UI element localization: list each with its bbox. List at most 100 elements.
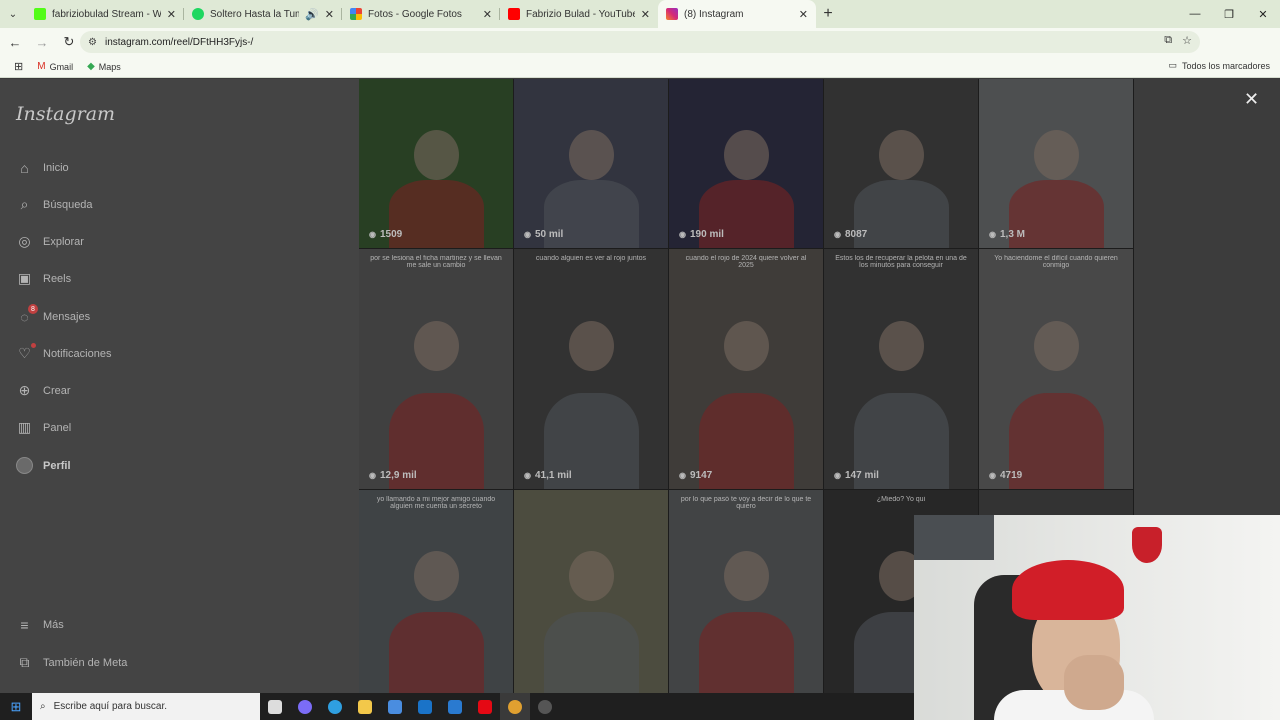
nav-label: Crear bbox=[43, 384, 71, 397]
reel-caption: cuando alguien es ver al rojo juntos bbox=[535, 255, 647, 262]
back-icon[interactable]: ← bbox=[3, 30, 27, 54]
view-count: ◉ 50 mil bbox=[524, 229, 563, 240]
view-count: ◉ 9147 bbox=[679, 470, 712, 481]
nav-panel[interactable]: ▥ Panel bbox=[16, 419, 71, 436]
heart-icon: ♡ bbox=[16, 343, 36, 362]
audio-icon[interactable]: 🔊 bbox=[305, 8, 319, 21]
browser-tab-active[interactable]: (8) Instagram ✕ bbox=[658, 0, 816, 28]
reel-thumbnail[interactable]: Estos los de recuperar la pelota en una … bbox=[824, 249, 978, 489]
tab-title: Fabrizio Bulad - YouTube bbox=[526, 8, 635, 20]
messages-badge: 8 bbox=[28, 304, 38, 314]
address-bar-row: ← → ↻ ⚙ instagram.com/reel/DFtHH3Fyjs-/ … bbox=[0, 28, 1280, 77]
nav-explorar[interactable]: ◎ Explorar bbox=[16, 233, 84, 250]
netflix-icon[interactable] bbox=[470, 693, 500, 720]
chrome-icon[interactable] bbox=[500, 693, 530, 720]
nav-label: Reels bbox=[43, 272, 72, 285]
close-tab-icon[interactable]: ✕ bbox=[641, 8, 650, 21]
all-bookmarks[interactable]: ▭ Todos los marcadores bbox=[1168, 60, 1270, 71]
bookmark-maps[interactable]: ◆ Maps bbox=[87, 61, 121, 72]
tab-search-icon[interactable]: ⌄ bbox=[0, 0, 26, 28]
nav-inicio[interactable]: ⌂ Inicio bbox=[16, 159, 68, 176]
reel-thumbnail[interactable]: ◉ 190 mil bbox=[669, 79, 823, 248]
reel-thumbnail[interactable]: yo llamando a mi mejor amigo cuando algu… bbox=[359, 490, 513, 693]
obs-icon[interactable] bbox=[530, 693, 560, 720]
reel-caption: Yo haciendome el difícil cuando quieren … bbox=[994, 255, 1118, 269]
figure-shape bbox=[699, 393, 794, 489]
forward-icon[interactable]: → bbox=[30, 30, 54, 54]
nav-mensajes[interactable]: ◌ 8 Mensajes bbox=[16, 304, 90, 325]
nav-reels[interactable]: ▣ Reels bbox=[16, 270, 71, 287]
omnibox-actions: ⧉ ☆ bbox=[1164, 34, 1192, 47]
browser-tab[interactable]: Fotos - Google Fotos ✕ bbox=[342, 0, 500, 28]
view-count: ◉ 41,1 mil bbox=[524, 470, 572, 481]
install-app-icon[interactable]: ⧉ bbox=[1164, 34, 1172, 47]
new-tab-button[interactable]: + bbox=[816, 0, 840, 28]
browser-tab[interactable]: Fabrizio Bulad - YouTube ✕ bbox=[500, 0, 658, 28]
reel-thumbnail[interactable]: ◉ 50 mil bbox=[514, 79, 668, 248]
url-field[interactable]: ⚙ instagram.com/reel/DFtHH3Fyjs-/ ⧉ ☆ bbox=[80, 31, 1200, 53]
bookmark-star-icon[interactable]: ☆ bbox=[1182, 34, 1192, 47]
close-tab-icon[interactable]: ✕ bbox=[799, 8, 808, 21]
nav-label: Perfil bbox=[43, 459, 71, 472]
file-explorer-icon[interactable] bbox=[350, 693, 380, 720]
notification-dot bbox=[31, 343, 36, 348]
figure-head bbox=[569, 321, 614, 371]
close-tab-icon[interactable]: ✕ bbox=[483, 8, 492, 21]
outlook-icon[interactable] bbox=[410, 693, 440, 720]
figure-head bbox=[1034, 130, 1079, 180]
reload-icon[interactable]: ↻ bbox=[57, 30, 81, 54]
copilot-icon[interactable] bbox=[290, 693, 320, 720]
browser-tab[interactable]: Soltero Hasta la Tumba • El 🔊 ✕ bbox=[184, 0, 342, 28]
windows-taskbar: ⊞ ⌕ Escribe aquí para buscar. bbox=[0, 693, 914, 720]
gmail-icon: M bbox=[37, 61, 46, 72]
close-tab-icon[interactable]: ✕ bbox=[167, 8, 176, 21]
view-count: ◉ 190 mil bbox=[679, 229, 724, 240]
reel-thumbnail[interactable]: Yo haciendome el difícil cuando quieren … bbox=[979, 249, 1133, 489]
nav-perfil[interactable]: Perfil bbox=[16, 457, 71, 474]
reel-thumbnail[interactable] bbox=[514, 490, 668, 693]
restore-icon[interactable]: ❐ bbox=[1212, 0, 1246, 28]
reel-thumbnail[interactable]: cuando el rojo de 2024 quiere volver al … bbox=[669, 249, 823, 489]
bookmarks-bar: ⊞ M Gmail ◆ Maps ▭ Todos los marcadores bbox=[0, 56, 1280, 78]
store-icon[interactable] bbox=[380, 693, 410, 720]
browser-tab[interactable]: fabriziobulad Stream - Watch L ✕ bbox=[26, 0, 184, 28]
nav-crear[interactable]: ⊕ Crear bbox=[16, 382, 71, 399]
reel-caption: cuando el rojo de 2024 quiere volver al … bbox=[685, 255, 807, 269]
view-count: ◉ 1509 bbox=[369, 229, 402, 240]
view-count-text: 12,9 mil bbox=[379, 470, 417, 481]
bookmark-gmail[interactable]: M Gmail bbox=[37, 61, 73, 72]
figure-head bbox=[879, 130, 924, 180]
view-count-text: 8087 bbox=[844, 229, 868, 240]
close-window-icon[interactable]: ✕ bbox=[1246, 0, 1280, 28]
figure-head bbox=[879, 321, 924, 371]
reel-thumbnail[interactable]: por lo que pasó te voy a decir de lo que… bbox=[669, 490, 823, 693]
view-count: ◉ 4719 bbox=[989, 470, 1022, 481]
reel-thumbnail[interactable]: por se lesiona el ficha martinez y se ll… bbox=[359, 249, 513, 489]
eye-icon: ◉ bbox=[524, 471, 531, 480]
taskbar-search[interactable]: ⌕ Escribe aquí para buscar. bbox=[32, 693, 260, 720]
close-overlay-icon[interactable]: ✕ bbox=[1244, 89, 1259, 110]
nav-mas[interactable]: ≡ Más bbox=[16, 616, 63, 633]
nav-label: Notificaciones bbox=[43, 347, 112, 360]
nav-notificaciones[interactable]: ♡ Notificaciones bbox=[16, 343, 112, 362]
edge-icon[interactable] bbox=[320, 693, 350, 720]
reel-thumbnail[interactable]: ◉ 1,3 M bbox=[979, 79, 1133, 248]
reel-thumbnail[interactable]: ◉ 8087 bbox=[824, 79, 978, 248]
tab-title: fabriziobulad Stream - Watch L bbox=[52, 8, 161, 20]
minimize-icon[interactable]: — bbox=[1178, 0, 1212, 28]
red-cap bbox=[1012, 560, 1124, 620]
windows-start-icon[interactable]: ⊞ bbox=[0, 693, 32, 720]
kick-icon bbox=[34, 8, 46, 20]
close-tab-icon[interactable]: ✕ bbox=[325, 8, 334, 21]
nav-busqueda[interactable]: ⌕ Búsqueda bbox=[16, 196, 93, 213]
site-info-icon[interactable]: ⚙ bbox=[88, 37, 97, 48]
reel-thumbnail[interactable]: cuando alguien es ver al rojo juntos ◉ 41,… bbox=[514, 249, 668, 489]
eye-icon: ◉ bbox=[989, 230, 996, 239]
instagram-logo[interactable]: Instagram bbox=[16, 103, 115, 125]
photos-icon[interactable] bbox=[440, 693, 470, 720]
nav-label: Explorar bbox=[43, 235, 84, 248]
reel-thumbnail[interactable]: ◉ 1509 bbox=[359, 79, 513, 248]
nav-tambien-de-meta[interactable]: ⧉ También de Meta bbox=[16, 654, 128, 671]
task-view-icon[interactable] bbox=[260, 693, 290, 720]
apps-grid-icon[interactable]: ⊞ bbox=[14, 60, 23, 73]
